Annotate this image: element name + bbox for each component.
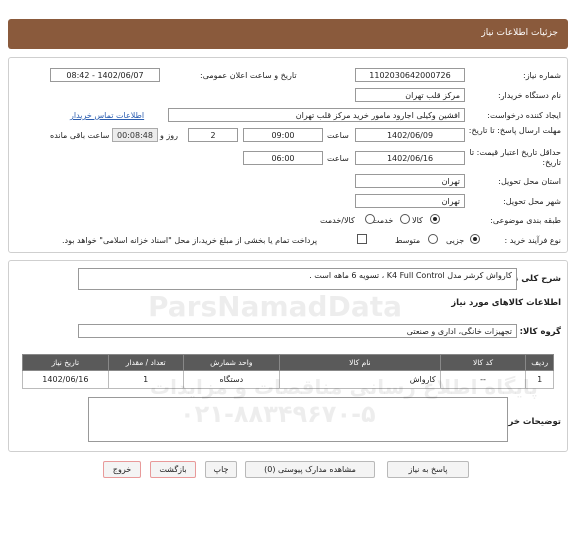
purchase-type-label: نوع فرآیند خرید : <box>504 236 561 245</box>
buyer-notes-field <box>88 397 508 442</box>
buyer-contact-link[interactable]: اطلاعات تماس خریدار <box>70 111 144 120</box>
announce-field: 1402/06/07 - 08:42 <box>50 68 160 82</box>
goods-table: ردیف کد کالا نام کالا واحد شمارش تعداد /… <box>22 354 554 389</box>
creator-field: افشین وکیلی اجارود مامور خرید مرکز قلب ت… <box>168 108 465 122</box>
category-radio-both[interactable] <box>365 214 375 224</box>
col-unit: واحد شمارش <box>182 354 281 371</box>
category-radio-goods[interactable] <box>430 214 440 224</box>
deadline-date-field: 1402/06/09 <box>355 128 465 142</box>
days-label: روز و <box>160 131 178 140</box>
page-header: جزئیات اطلاعات نیاز <box>8 19 568 49</box>
cell-date: 1402/06/16 <box>22 370 109 389</box>
goods-info-title: اطلاعات کالاهای مورد نیاز <box>451 298 561 308</box>
deadline-time-field: 09:00 <box>243 128 323 142</box>
summary-field: کارواش کرشر مدل K4 Full Control ، تسویه … <box>78 268 517 290</box>
deadline-label: مهلت ارسال پاسخ: تا تاریخ: <box>468 126 561 135</box>
validity-date-field: 1402/06/16 <box>355 151 465 165</box>
col-date: تاریخ نیاز <box>22 354 109 371</box>
page-title: جزئیات اطلاعات نیاز <box>481 28 558 38</box>
cell-unit: دستگاه <box>182 370 281 389</box>
exit-button[interactable]: خروج <box>103 461 141 478</box>
purchase-minor-label: جزیی <box>446 236 465 245</box>
deadline-time-label: ساعت <box>327 131 349 140</box>
cell-row: 1 <box>525 370 554 389</box>
buyer-org-label: نام دستگاه خریدار: <box>498 91 561 100</box>
reply-button[interactable]: پاسخ به نیاز <box>387 461 469 478</box>
city-field: تهران <box>355 194 465 208</box>
treasury-checkbox[interactable] <box>357 234 367 244</box>
category-goods-label: کالا <box>412 216 423 225</box>
announce-label: تاریخ و ساعت اعلان عمومی: <box>200 71 297 80</box>
table-row: 1 -- کارواش دستگاه 1 1402/06/16 <box>22 370 554 389</box>
city-label: شهر محل تحویل: <box>503 197 561 206</box>
need-number-label: شماره نیاز: <box>523 71 561 80</box>
col-row: ردیف <box>525 354 554 371</box>
attachments-button[interactable]: مشاهده مدارک پیوستی (0) <box>245 461 375 478</box>
col-qty: تعداد / مقدار <box>107 354 184 371</box>
group-label: گروه کالا: <box>519 327 561 337</box>
province-field: تهران <box>355 174 465 188</box>
purchase-medium-label: متوسط <box>395 236 421 245</box>
need-number-field: 1102030642000726 <box>355 68 465 82</box>
col-code: کد کالا <box>439 354 527 371</box>
category-service-label: خدمت <box>372 216 394 225</box>
days-field: 2 <box>188 128 238 142</box>
province-label: استان محل تحویل: <box>498 177 561 186</box>
validity-time-label: ساعت <box>327 154 349 163</box>
purchase-radio-medium[interactable] <box>428 234 438 244</box>
cell-code: -- <box>439 370 527 389</box>
treasury-note: پرداخت تمام یا بخشی از مبلغ خرید،از محل … <box>62 236 318 245</box>
validity-label: حداقل تاریخ اعتبار قیمت: تا تاریخ: <box>469 148 561 167</box>
group-field: تجهیزات خانگی، اداری و صنعتی <box>78 324 517 338</box>
category-both-label: کالا/خدمت <box>320 216 355 225</box>
remaining-time-field: 00:08:48 <box>112 128 158 142</box>
print-button[interactable]: چاپ <box>205 461 237 478</box>
goods-table-header: ردیف کد کالا نام کالا واحد شمارش تعداد /… <box>22 354 554 371</box>
creator-label: ایجاد کننده درخواست: <box>487 111 561 120</box>
cell-qty: 1 <box>107 370 184 389</box>
col-name: نام کالا <box>279 354 441 371</box>
purchase-radio-minor[interactable] <box>470 234 480 244</box>
category-radio-service[interactable] <box>400 214 410 224</box>
category-label: طبقه بندی موضوعی: <box>490 216 561 225</box>
buyer-org-field: مرکز قلب تهران <box>355 88 465 102</box>
cell-name: کارواش <box>279 370 441 389</box>
validity-time-field: 06:00 <box>243 151 323 165</box>
remaining-label: ساعت باقی مانده <box>50 131 110 140</box>
back-button[interactable]: بازگشت <box>150 461 196 478</box>
